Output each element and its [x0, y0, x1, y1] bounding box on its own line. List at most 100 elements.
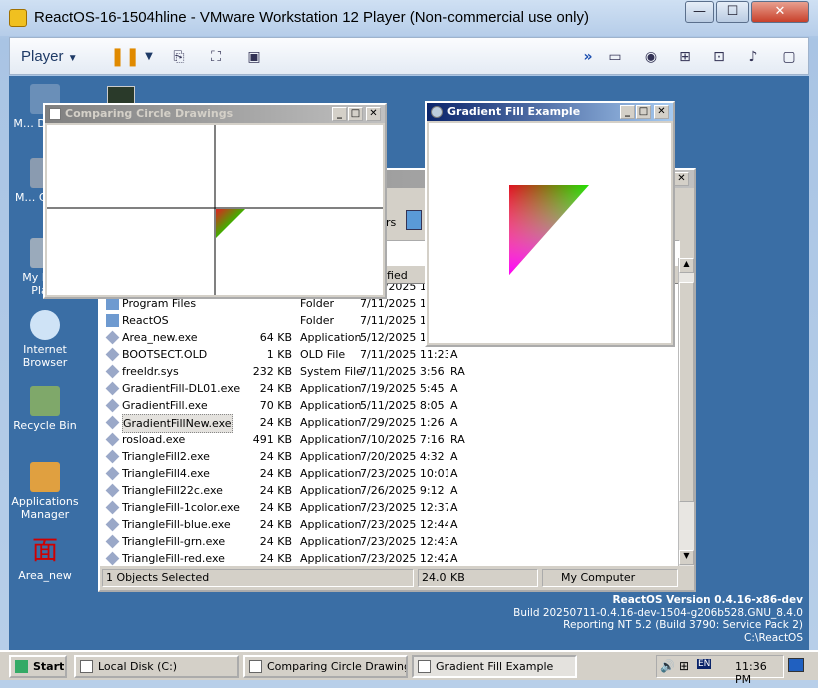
file-attributes: A — [450, 399, 458, 412]
desktop-icon-area-new[interactable]: 面 Area_new — [9, 536, 81, 582]
file-name: rosload.exe — [122, 433, 186, 446]
version-line: ReactOS Version 0.4.16-x86-dev — [612, 594, 803, 606]
sound-icon[interactable]: ♪ — [742, 46, 764, 68]
fullscreen-icon[interactable]: ⛶ — [205, 46, 227, 68]
file-row[interactable]: GradientFill.exe 70 KB Application 5/11/202… — [100, 397, 680, 414]
file-row[interactable]: freeldr.sys 232 KB System File 7/11/2025 3:… — [100, 363, 680, 380]
desktop-icon-recycle-bin[interactable]: Recycle Bin — [9, 386, 81, 432]
file-size: 24 KB — [259, 467, 292, 480]
desktop-icon-applications-manager[interactable]: Applications Manager — [9, 462, 81, 521]
send-ctrl-alt-del-icon[interactable]: ⎘ — [168, 46, 190, 68]
file-attributes: A — [450, 501, 458, 514]
file-size: 1 KB — [266, 348, 292, 361]
file-row[interactable]: GradientFillNew.exe 24 KB Application 7/29/… — [100, 414, 680, 433]
minimize-icon[interactable]: _ — [332, 107, 347, 121]
file-attributes: RA — [450, 433, 465, 446]
gradient-fill-window: Gradient Fill Example _ □ ✕ — [425, 101, 675, 347]
unity-icon[interactable]: ▣ — [243, 46, 265, 68]
start-button[interactable]: Start — [9, 655, 67, 678]
display-icon[interactable]: ▢ — [778, 46, 800, 68]
usb-icon[interactable]: ⊡ — [708, 46, 730, 68]
file-row[interactable]: TriangleFill-red.exe 24 KB Application 7/23… — [100, 550, 680, 566]
pause-icon[interactable]: ❚❚ — [110, 46, 140, 68]
vmware-toolbar: Player ▼ ❚❚ ▼ ⎘ ⛶ ▣ » ▭ ◉ ⊞ ⊡ ♪ ▢ — [9, 37, 809, 75]
file-attributes: A — [450, 518, 458, 531]
file-date: 7/10/2025 7:16 … — [360, 433, 448, 446]
chevron-down-icon[interactable]: ▼ — [138, 46, 160, 68]
desktop-icon-internet-browser[interactable]: Internet Browser — [9, 310, 81, 369]
close-icon[interactable]: ✕ — [366, 107, 381, 121]
folders-icon[interactable] — [406, 210, 422, 230]
file-row[interactable]: TriangleFill-1color.exe 24 KB Application 7… — [100, 499, 680, 516]
file-attributes: A — [450, 552, 458, 565]
file-name: TriangleFill22c.exe — [122, 484, 223, 497]
taskbar: Start Local Disk (C:) Comparing Circle D… — [0, 650, 818, 686]
window-app-icon — [431, 106, 443, 118]
maximize-icon[interactable]: □ — [348, 107, 363, 121]
circle-drawing-svg — [47, 125, 383, 295]
chevron-down-icon: ▼ — [67, 53, 78, 64]
file-size: 24 KB — [259, 518, 292, 531]
recycle-bin-icon — [30, 386, 60, 416]
volume-icon[interactable]: 🔊 — [660, 659, 675, 673]
close-icon[interactable]: ✕ — [674, 172, 689, 186]
file-type: Application — [300, 382, 362, 395]
file-row[interactable]: TriangleFill4.exe 24 KB Application 7/23/20… — [100, 465, 680, 482]
area-new-icon: 面 — [31, 536, 58, 566]
circle-window-title: Comparing Circle Drawings — [65, 107, 234, 120]
file-row[interactable]: BOOTSECT.OLD 1 KB OLD File 7/11/2025 11:23…… — [100, 346, 680, 363]
file-row[interactable]: TriangleFill22c.exe 24 KB Application 7/26/… — [100, 482, 680, 499]
file-row[interactable]: rosload.exe 491 KB Application 7/10/2025 7:… — [100, 431, 680, 448]
file-row[interactable]: TriangleFill-blue.exe 24 KB Application 7/2… — [100, 516, 680, 533]
file-icon — [105, 449, 120, 464]
file-type: Application — [300, 518, 362, 531]
gradient-window-titlebar: Gradient Fill Example _ □ ✕ — [427, 103, 673, 121]
network-tray-icon[interactable]: ⊞ — [679, 659, 689, 673]
file-date: 7/23/2025 12:43… — [360, 535, 448, 548]
close-icon[interactable]: ✕ — [654, 105, 669, 119]
chevron-right-icon[interactable]: » — [577, 46, 599, 68]
close-button[interactable]: ✕ — [751, 1, 809, 23]
file-name: ReactOS — [122, 314, 169, 327]
network-icon[interactable]: ⊞ — [674, 46, 696, 68]
window-app-icon — [49, 108, 61, 120]
scroll-down-arrow-icon[interactable]: ▼ — [679, 550, 694, 565]
file-name: Area_new.exe — [122, 331, 198, 344]
file-size: 24 KB — [259, 450, 292, 463]
file-date: 7/19/2025 5:45 … — [360, 382, 448, 395]
taskbar-item-circle-drawings[interactable]: Comparing Circle Drawings — [243, 655, 408, 678]
file-name: TriangleFill-grn.exe — [122, 535, 226, 548]
file-row[interactable]: TriangleFill-grn.exe 24 KB Application 7/23… — [100, 533, 680, 550]
path-line: C:\ReactOS — [744, 631, 803, 644]
file-attributes: A — [450, 416, 458, 429]
file-date: 7/23/2025 10:01… — [360, 467, 448, 480]
show-desktop-icon[interactable] — [788, 658, 804, 672]
taskbar-item-local-disk[interactable]: Local Disk (C:) — [74, 655, 239, 678]
scroll-up-arrow-icon[interactable]: ▲ — [679, 258, 694, 273]
column-header-modified[interactable]: ified — [384, 269, 408, 282]
file-type: Application — [300, 416, 362, 429]
vertical-scrollbar[interactable]: ▲ ▼ — [678, 258, 694, 566]
clock[interactable]: 11:36 PM — [735, 660, 783, 686]
cd-icon[interactable]: ◉ — [640, 46, 662, 68]
file-type: Application — [300, 467, 362, 480]
maximize-icon[interactable]: □ — [636, 105, 651, 119]
file-row[interactable]: GradientFill-DL01.exe 24 KB Application 7/1… — [100, 380, 680, 397]
minimize-icon[interactable]: _ — [620, 105, 635, 119]
player-menu[interactable]: Player ▼ — [21, 48, 78, 65]
maximize-button[interactable]: ☐ — [716, 1, 749, 23]
harddisk-icon[interactable]: ▭ — [604, 46, 626, 68]
file-row[interactable]: TriangleFill2.exe 24 KB Application 7/20/20… — [100, 448, 680, 465]
language-indicator[interactable]: EN — [697, 659, 712, 669]
file-size: 24 KB — [259, 484, 292, 497]
status-location-label: My Computer — [561, 571, 636, 584]
file-attributes: A — [450, 535, 458, 548]
scrollbar-thumb[interactable] — [679, 282, 694, 502]
taskbar-item-gradient-fill[interactable]: Gradient Fill Example — [412, 655, 577, 678]
circle-canvas — [47, 125, 383, 295]
folder-icon — [106, 314, 119, 327]
file-type: Application — [300, 552, 362, 565]
file-type: OLD File — [300, 348, 346, 361]
toolbar-button-partial[interactable]: rs — [386, 210, 406, 236]
minimize-button[interactable]: — — [685, 1, 714, 23]
